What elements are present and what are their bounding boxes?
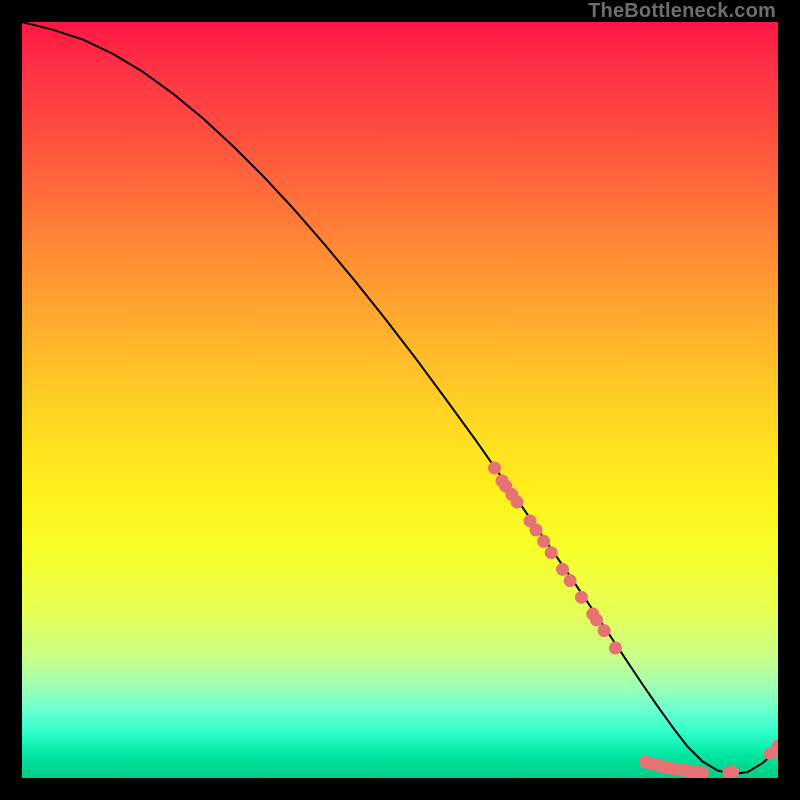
data-point xyxy=(530,524,543,537)
plot-area xyxy=(22,22,778,778)
data-point xyxy=(511,496,524,509)
data-point xyxy=(564,574,577,587)
data-point xyxy=(575,591,588,604)
data-point xyxy=(545,546,558,559)
data-point xyxy=(537,535,550,548)
data-point xyxy=(590,614,603,627)
data-point xyxy=(488,462,501,475)
watermark-text: TheBottleneck.com xyxy=(588,0,776,23)
chart-stage: TheBottleneck.com xyxy=(0,0,800,800)
data-point xyxy=(726,765,739,778)
data-point xyxy=(609,641,622,654)
bottleneck-curve xyxy=(22,22,778,774)
data-point xyxy=(598,624,611,637)
chart-svg xyxy=(22,22,778,778)
data-points-group xyxy=(488,462,778,778)
data-point xyxy=(556,563,569,576)
